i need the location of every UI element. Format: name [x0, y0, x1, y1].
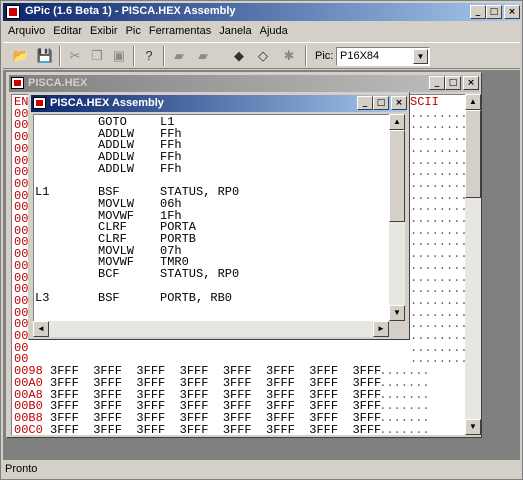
- asm-label: L3: [35, 290, 50, 305]
- asm-close-button[interactable]: ×: [391, 96, 407, 110]
- asm-operand: STATUS, RP0: [160, 267, 240, 282]
- scroll-up-arrow-icon[interactable]: ▲: [465, 94, 481, 110]
- maximize-button[interactable]: □: [486, 5, 502, 19]
- menu-janela[interactable]: Janela: [214, 23, 254, 37]
- assembly-code-view[interactable]: GOTO L1 ADDLW FFh ADDLW FFh ADDLW FFh ADDLW FFh L1…: [33, 114, 389, 337]
- toolbar: 📂 💾 ✂ ❐ ▣ ? ▰ ▰ ◆ ◇ ✱ Pic: P16X84 ▼: [3, 42, 520, 69]
- scroll-down-arrow-icon[interactable]: ▼: [465, 419, 481, 435]
- help-icon[interactable]: ?: [139, 46, 159, 66]
- menu-ferramentas[interactable]: Ferramentas: [144, 23, 214, 37]
- assembly-window-title: PISCA.HEX Assembly: [50, 97, 164, 109]
- save-icon[interactable]: 💾: [35, 46, 55, 66]
- toolbar-separator: [163, 46, 165, 66]
- pic-select[interactable]: P16X84 ▼: [336, 47, 430, 66]
- close-button[interactable]: ×: [504, 5, 520, 19]
- chevron-down-icon[interactable]: ▼: [413, 49, 428, 64]
- menu-exibir[interactable]: Exibir: [85, 23, 121, 37]
- hex-minimize-button[interactable]: _: [429, 76, 445, 90]
- chip-program-icon[interactable]: ◆: [229, 46, 249, 66]
- toolbar-separator: [59, 46, 61, 66]
- chip-read-icon[interactable]: ▰: [169, 46, 189, 66]
- hex-close-button[interactable]: ×: [463, 76, 479, 90]
- paste-icon[interactable]: ▣: [109, 46, 129, 66]
- asm-maximize-button[interactable]: □: [373, 96, 389, 110]
- asm-vertical-scrollbar[interactable]: ▲ ▼: [389, 114, 405, 321]
- scroll-right-arrow-icon[interactable]: ►: [373, 321, 389, 337]
- hex-vertical-scrollbar[interactable]: ▲ ▼: [465, 94, 481, 435]
- assembly-file-icon: [33, 97, 46, 109]
- pic-label: Pic:: [315, 50, 334, 62]
- scroll-thumb[interactable]: [389, 130, 405, 222]
- asm-operand: FFh: [160, 161, 182, 176]
- hex-window-title: PISCA.HEX: [28, 77, 88, 89]
- asm-opcode: ADDLW: [98, 161, 135, 176]
- asm-operand: PORTB, RB0: [160, 290, 233, 305]
- menu-ajuda[interactable]: Ajuda: [255, 23, 291, 37]
- menu-pic[interactable]: Pic: [121, 23, 144, 37]
- toolbar-separator: [305, 46, 307, 66]
- copy-icon[interactable]: ❐: [87, 46, 107, 66]
- asm-opcode: BSF: [98, 290, 120, 305]
- status-bar: Pronto: [3, 461, 520, 479]
- asm-minimize-button[interactable]: _: [357, 96, 373, 110]
- cut-icon[interactable]: ✂: [65, 46, 85, 66]
- pic-select-value: P16X84: [340, 50, 380, 62]
- app-title: GPic (1.6 Beta 1) - PISCA.HEX Assembly: [25, 5, 236, 17]
- scroll-left-arrow-icon[interactable]: ◄: [33, 321, 49, 337]
- app-icon: [6, 5, 20, 19]
- assembly-window-titlebar[interactable]: PISCA.HEX Assembly _ □ ×: [31, 95, 407, 112]
- hex-maximize-button[interactable]: □: [445, 76, 461, 90]
- bug-icon[interactable]: ✱: [279, 46, 299, 66]
- hex-file-icon: [11, 77, 24, 89]
- asm-opcode: BCF: [98, 267, 120, 282]
- scroll-up-arrow-icon[interactable]: ▲: [389, 114, 405, 130]
- open-folder-icon[interactable]: 📂: [11, 46, 31, 66]
- status-text: Pronto: [5, 463, 38, 475]
- asm-horizontal-scrollbar[interactable]: ◄ ►: [33, 321, 389, 337]
- menu-bar: Arquivo Editar Exibir Pic Ferramentas Janela A…: [3, 23, 520, 41]
- app-titlebar: GPic (1.6 Beta 1) - PISCA.HEX Assembly _…: [3, 3, 520, 21]
- scroll-down-arrow-icon[interactable]: ▼: [389, 305, 405, 321]
- menu-arquivo[interactable]: Arquivo: [3, 23, 48, 37]
- assembly-window[interactable]: PISCA.HEX Assembly _ □ × GOTO L1 ADDLW FFh A…: [28, 92, 410, 340]
- asm-label: L1: [35, 185, 50, 200]
- menu-editar[interactable]: Editar: [48, 23, 85, 37]
- hex-window-titlebar[interactable]: PISCA.HEX _ □ ×: [9, 75, 479, 92]
- scroll-thumb[interactable]: [465, 110, 481, 198]
- chip-write-icon[interactable]: ▰: [193, 46, 213, 66]
- toolbar-separator: [133, 46, 135, 66]
- eraser-icon[interactable]: ◇: [253, 46, 273, 66]
- minimize-button[interactable]: _: [470, 5, 486, 19]
